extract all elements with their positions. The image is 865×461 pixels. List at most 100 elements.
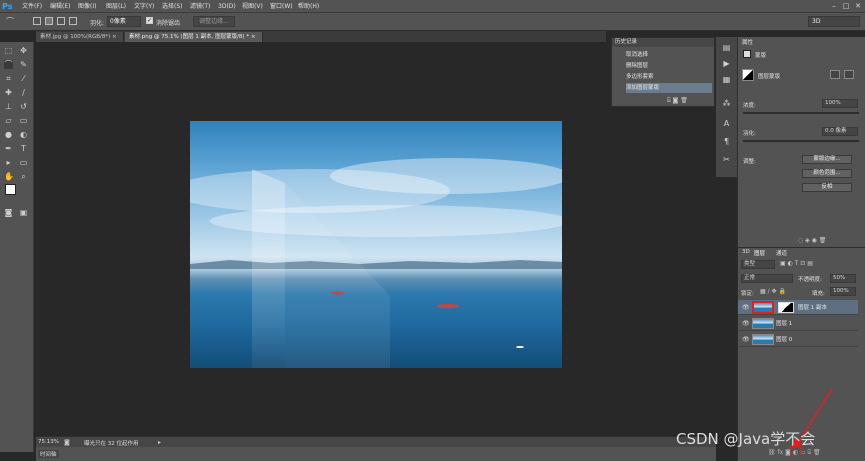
tab-document-2[interactable]: 素材.png @ 75.1% (图层 1 副本, 图层蒙版/8) * × xyxy=(125,32,263,42)
menu-type[interactable]: 文字(Y) xyxy=(134,2,154,11)
path-select-tool-icon[interactable]: ▸ xyxy=(4,158,13,167)
select-pixel-mask-icon[interactable] xyxy=(830,70,840,79)
layer-row-selected[interactable]: 👁 图层 1 副本 xyxy=(738,300,858,315)
antialias-label: 消除锯齿 xyxy=(156,20,181,27)
character-panel-icon[interactable]: A xyxy=(722,119,731,128)
menu-filter[interactable]: 滤镜(T) xyxy=(190,2,210,11)
history-item-label: 取消选择 xyxy=(626,52,649,58)
gradient-tool-icon[interactable]: ▭ xyxy=(19,116,28,125)
visibility-eye-icon[interactable]: 👁 xyxy=(742,336,750,343)
zoom-tool-icon[interactable]: ⌕ xyxy=(19,172,28,181)
lasso-tool-icon[interactable]: ⌒ xyxy=(4,60,13,69)
vector-mask-icon[interactable] xyxy=(844,70,854,79)
feather-input[interactable]: 0像素 xyxy=(107,16,141,27)
clone-stamp-tool-icon[interactable]: ⊥ xyxy=(4,102,13,111)
mask-actions-icons[interactable]: ◌ ◈ ◉ 🗑 xyxy=(798,237,826,244)
refine-edge-button[interactable]: 调整边缘... xyxy=(193,16,235,27)
healing-brush-tool-icon[interactable]: ✚ xyxy=(4,88,13,97)
tool-presets-icon[interactable]: ✂ xyxy=(722,155,731,164)
history-item[interactable]: 多边形套索 xyxy=(626,72,712,82)
quick-mask-icon[interactable]: ◙ xyxy=(4,208,13,217)
brush-panel-icon[interactable]: ⁂ xyxy=(722,99,731,108)
layer-row[interactable]: 👁 图层 0 xyxy=(738,332,858,347)
menu-layer[interactable]: 图层(L) xyxy=(106,2,126,11)
fill-input[interactable]: 100% xyxy=(830,287,856,296)
menu-3d[interactable]: 3D(D) xyxy=(218,2,236,11)
history-panel-icon[interactable]: ▤ xyxy=(722,43,731,52)
tools-panel: ⬚ ✥ ⌒ ✎ ⌗ ⁄ ✚ ∕ ⊥ ↺ ▱ ▭ ● ◐ ✒ T ▸ ▭ ✋ ⌕ … xyxy=(0,42,34,452)
blur-tool-icon[interactable]: ● xyxy=(4,130,13,139)
eyedropper-tool-icon[interactable]: ⁄ xyxy=(19,74,28,83)
visibility-eye-icon[interactable]: 👁 xyxy=(742,320,750,327)
menu-file[interactable]: 文件(F) xyxy=(22,2,42,11)
history-item[interactable]: 删除图层 xyxy=(626,61,712,71)
subtract-selection-icon[interactable] xyxy=(57,17,65,25)
history-item-selected[interactable]: 添加图层蒙版 xyxy=(626,83,712,93)
status-menu-arrow-icon[interactable]: ▸ xyxy=(158,439,161,446)
brush-tool-icon[interactable]: ∕ xyxy=(19,88,28,97)
new-selection-icon[interactable] xyxy=(33,17,41,25)
menu-image[interactable]: 图像(I) xyxy=(78,2,96,11)
foreground-color-swatch[interactable] xyxy=(5,184,16,195)
antialias-checkbox[interactable]: ✓ xyxy=(146,17,153,24)
history-panel-title[interactable]: 历史记录 xyxy=(612,38,714,47)
swatches-panel-icon[interactable]: ▦ xyxy=(722,75,731,84)
quick-select-tool-icon[interactable]: ✎ xyxy=(19,60,28,69)
blend-mode-select[interactable]: 正常 xyxy=(741,274,793,283)
paragraph-panel-icon[interactable]: ¶ xyxy=(722,137,731,146)
close-button[interactable]: ✕ xyxy=(853,1,863,11)
shape-tool-icon[interactable]: ▭ xyxy=(19,158,28,167)
mask-edge-button[interactable]: 蒙版边缘... xyxy=(802,155,852,164)
opacity-input[interactable]: 50% xyxy=(830,274,856,283)
tab-channels[interactable]: 通道 xyxy=(776,249,787,257)
lasso-tool-preset-icon[interactable]: ⌒ xyxy=(6,16,20,27)
history-brush-tool-icon[interactable]: ↺ xyxy=(19,102,28,111)
add-selection-icon[interactable] xyxy=(45,17,53,25)
timeline-tab[interactable]: 时间轴 xyxy=(38,450,59,458)
status-info-icon[interactable]: ◙ xyxy=(64,439,70,446)
layer-mask-thumbnail[interactable] xyxy=(778,302,794,313)
maximize-button[interactable]: □ xyxy=(841,1,851,11)
eraser-tool-icon[interactable]: ▱ xyxy=(4,116,13,125)
feather-slider[interactable] xyxy=(743,140,859,142)
layer-name: 图层 1 xyxy=(776,321,793,327)
dodge-tool-icon[interactable]: ◐ xyxy=(19,130,28,139)
history-panel: 历史记录 取消选择 删除图层 多边形套索 添加图层蒙版 ⌸ ◙ 🗑 xyxy=(611,37,715,107)
tab-3d[interactable]: 3D xyxy=(742,249,750,255)
tab-layers[interactable]: 图层 xyxy=(754,249,765,257)
move-tool-icon[interactable]: ✥ xyxy=(19,46,28,55)
history-item[interactable]: 取消选择 xyxy=(626,50,712,60)
lock-icons[interactable]: ▦ ∕ ✥ 🔒 xyxy=(760,288,786,295)
lock-label: 锁定: xyxy=(741,291,754,297)
filter-icons[interactable]: ▣ ◐ T ⊡ ▤ xyxy=(780,260,813,267)
layer-kind-filter[interactable]: 类型 xyxy=(741,260,775,269)
zoom-level[interactable]: 75.13% xyxy=(38,439,59,445)
hand-tool-icon[interactable]: ✋ xyxy=(4,172,14,181)
menu-edit[interactable]: 编辑(E) xyxy=(50,2,70,11)
actions-panel-icon[interactable]: ▶ xyxy=(722,59,731,68)
layer-row[interactable]: 👁 图层 1 xyxy=(738,316,858,331)
screen-mode-icon[interactable]: ▣ xyxy=(19,208,28,217)
color-range-button[interactable]: 颜色范围... xyxy=(802,169,852,178)
menu-select[interactable]: 选择(S) xyxy=(162,2,183,11)
invert-button[interactable]: 反相 xyxy=(802,183,852,192)
properties-tab[interactable]: 属性 xyxy=(742,38,753,46)
pen-tool-icon[interactable]: ✒ xyxy=(4,144,13,153)
document-canvas[interactable] xyxy=(190,121,562,368)
menu-window[interactable]: 窗口(W) xyxy=(270,2,293,11)
density-input[interactable]: 100% xyxy=(822,99,858,108)
feather-input[interactable]: 0.0 像素 xyxy=(822,127,858,136)
type-tool-icon[interactable]: T xyxy=(19,144,28,153)
menu-view[interactable]: 视图(V) xyxy=(242,2,263,11)
minimize-button[interactable]: – xyxy=(829,1,839,11)
marquee-tool-icon[interactable]: ⬚ xyxy=(4,46,13,55)
intersect-selection-icon[interactable] xyxy=(69,17,77,25)
density-slider[interactable] xyxy=(743,112,859,114)
tab-document-1[interactable]: 素材.jpg @ 100%(RGB/8*) × xyxy=(36,32,124,42)
document-tabs: 素材.jpg @ 100%(RGB/8*) × 素材.png @ 75.1% (… xyxy=(36,31,606,42)
menu-help[interactable]: 帮助(H) xyxy=(298,2,319,11)
history-actions-icons[interactable]: ⌸ ◙ 🗑 xyxy=(667,97,688,105)
visibility-eye-icon[interactable]: 👁 xyxy=(742,304,750,311)
workspace-select[interactable]: 3D xyxy=(808,16,860,27)
crop-tool-icon[interactable]: ⌗ xyxy=(4,74,13,83)
